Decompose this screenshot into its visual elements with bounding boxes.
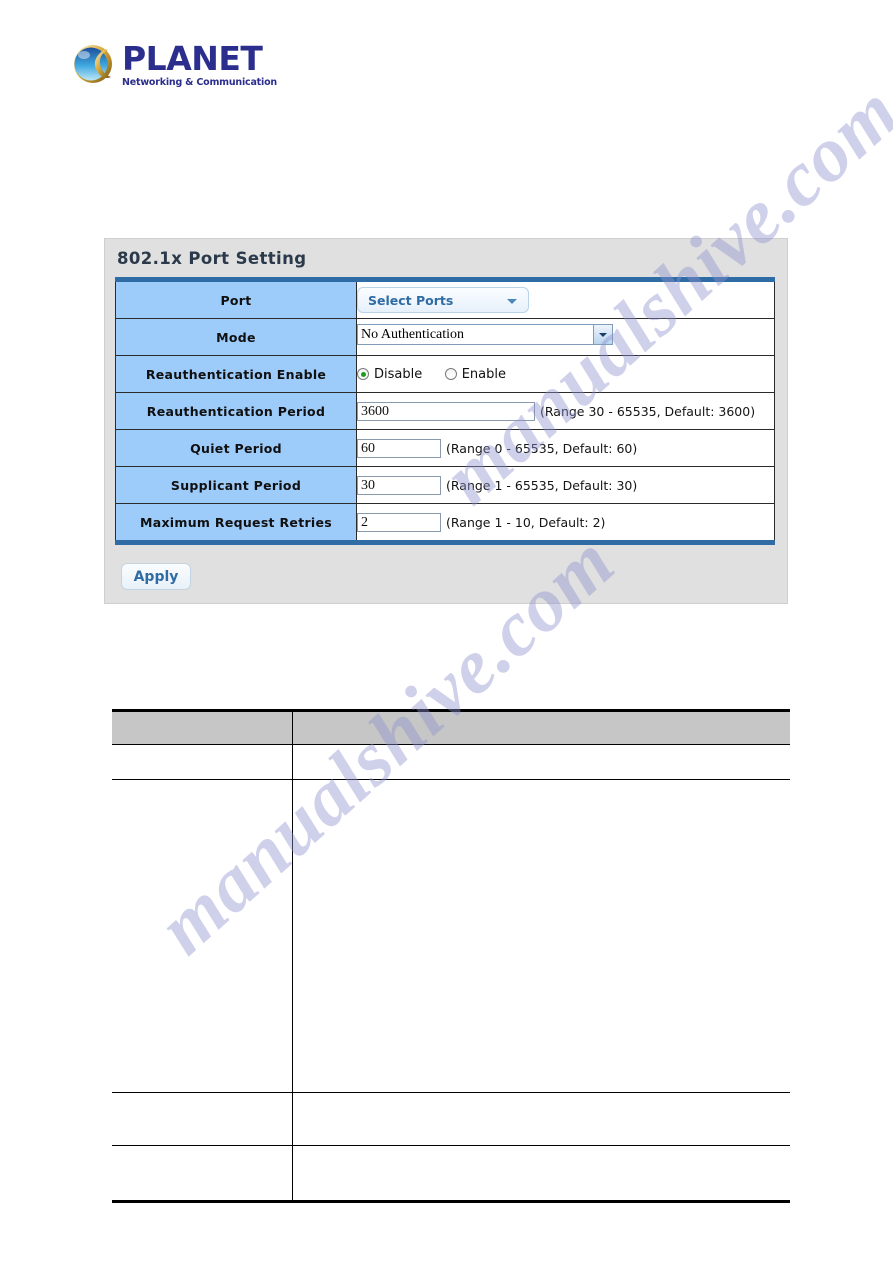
maximum-request-retries-hint: (Range 1 - 10, Default: 2) [446, 514, 606, 530]
cell-object [112, 779, 293, 1093]
form-row-mode: Mode No Authentication [115, 318, 775, 356]
select-ports-value: Select Ports [368, 293, 454, 308]
reauthentication-period-hint: (Range 30 - 65535, Default: 3600) [540, 403, 756, 419]
select-ports-dropdown[interactable]: Select Ports [357, 287, 529, 313]
mode-select[interactable]: No Authentication [357, 324, 613, 345]
column-header-description [291, 709, 790, 745]
port-setting-panel: 802.1x Port Setting Port Select Ports Mo… [104, 238, 788, 604]
cell-description [291, 1145, 790, 1203]
table-row [112, 1092, 790, 1146]
logo-tagline-text: Networking & Communication [122, 77, 277, 88]
radio-enable-label: Enable [461, 367, 506, 382]
description-table [112, 709, 790, 1203]
planet-wordmark: PLANET Networking & Communication [122, 39, 290, 89]
table-row [112, 744, 790, 780]
reauthentication-period-input[interactable]: 3600 [357, 401, 535, 421]
apply-button[interactable]: Apply [121, 563, 191, 590]
field-reauthentication-enable: Disable Enable [356, 355, 775, 393]
form-row-reauth-enable: Reauthentication Enable Disable Enable [115, 355, 775, 393]
port-setting-form: Port Select Ports Mode No Authentication [115, 277, 775, 545]
radio-disable-label: Disable [374, 367, 423, 382]
label-maximum-request-retries: Maximum Request Retries [115, 503, 357, 543]
label-mode: Mode [115, 318, 357, 356]
quiet-period-input[interactable]: 60 [357, 438, 441, 458]
supplicant-period-input[interactable]: 30 [357, 475, 441, 495]
table-row [112, 779, 790, 1093]
reauthentication-radio-group: Disable Enable [357, 365, 524, 383]
cell-object [112, 1092, 293, 1146]
chevron-down-icon[interactable] [593, 325, 612, 344]
cell-description [291, 1092, 790, 1146]
form-row-max-request-retries: Maximum Request Retries 2 (Range 1 - 10, … [115, 503, 775, 543]
form-row-supplicant-period: Supplicant Period 30 (Range 1 - 65535, De… [115, 466, 775, 504]
label-supplicant-period: Supplicant Period [115, 466, 357, 504]
cell-description [291, 779, 790, 1093]
field-maximum-request-retries: 2 (Range 1 - 10, Default: 2) [356, 503, 775, 543]
form-row-quiet-period: Quiet Period 60 (Range 0 - 65535, Default… [115, 429, 775, 467]
supplicant-period-hint: (Range 1 - 65535, Default: 30) [446, 477, 638, 493]
field-port: Select Ports [356, 279, 775, 319]
planet-globe-icon [74, 45, 112, 83]
form-row-reauth-period: Reauthentication Period 3600 (Range 30 - … [115, 392, 775, 430]
label-port: Port [115, 279, 357, 319]
radio-enable[interactable]: Enable [444, 367, 506, 382]
page-title: 802.1x Port Setting [117, 249, 307, 268]
field-quiet-period: 60 (Range 0 - 65535, Default: 60) [356, 429, 775, 467]
radio-enable-icon[interactable] [444, 368, 457, 380]
column-header-object [112, 709, 293, 745]
form-row-port: Port Select Ports [115, 279, 775, 319]
cell-object [112, 744, 293, 780]
cell-object [112, 1145, 293, 1203]
mode-select-value: No Authentication [361, 327, 465, 342]
field-reauthentication-period: 3600 (Range 30 - 65535, Default: 3600) [356, 392, 775, 430]
label-reauthentication-period: Reauthentication Period [115, 392, 357, 430]
table-header-row [112, 709, 790, 745]
quiet-period-hint: (Range 0 - 65535, Default: 60) [446, 440, 638, 456]
label-quiet-period: Quiet Period [115, 429, 357, 467]
logo-brand-text: PLANET [122, 39, 263, 78]
maximum-request-retries-input[interactable]: 2 [357, 512, 441, 532]
field-mode: No Authentication [356, 318, 775, 356]
field-supplicant-period: 30 (Range 1 - 65535, Default: 30) [356, 466, 775, 504]
chevron-down-icon [507, 299, 517, 304]
radio-disable-icon[interactable] [357, 368, 369, 380]
label-reauthentication-enable: Reauthentication Enable [115, 355, 357, 393]
radio-disable[interactable]: Disable [357, 367, 422, 382]
planet-logo: PLANET Networking & Communication [72, 40, 292, 92]
cell-description [291, 744, 790, 780]
table-row [112, 1145, 790, 1203]
